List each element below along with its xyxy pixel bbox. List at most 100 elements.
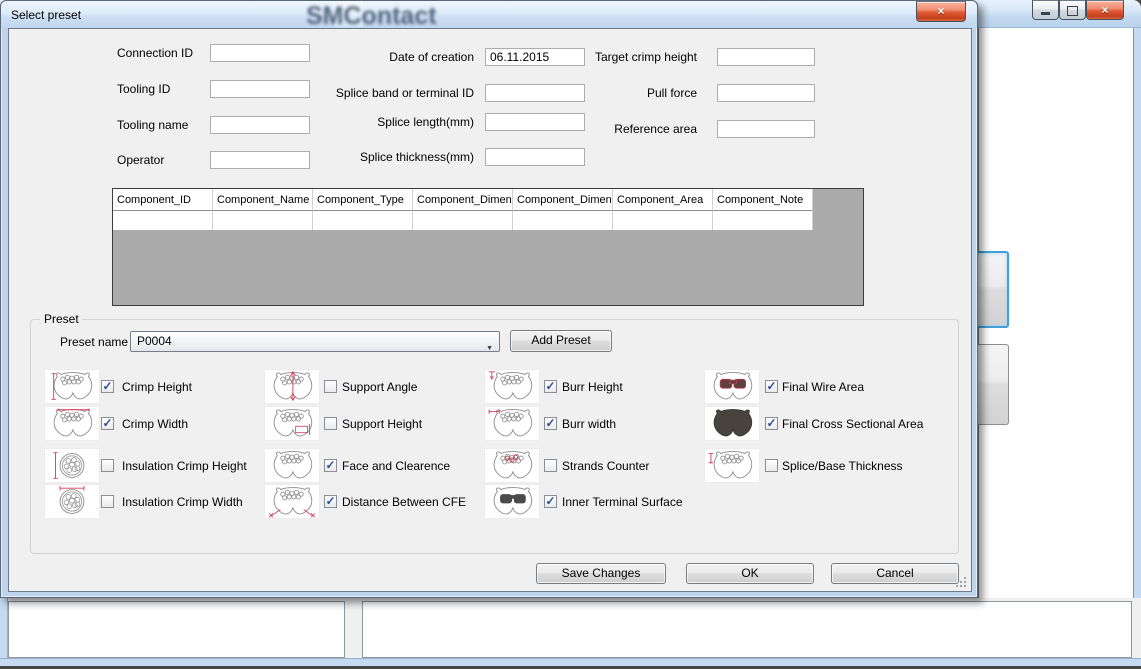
support-height-checkbox[interactable] (324, 417, 337, 430)
dialog-title: Select preset (11, 8, 81, 22)
table-cell[interactable] (113, 211, 213, 230)
reference-area-label: Reference area (437, 122, 697, 136)
splice-thickness-mm-label: Splice thickness(mm) (214, 150, 474, 164)
burr-width-checkbox-label: Burr width (562, 417, 616, 431)
insulation-crimp-width-icon (45, 485, 99, 518)
column-header-component-area[interactable]: Component_Area (613, 189, 713, 211)
chevron-down-icon: ▼ (486, 339, 493, 358)
final-wire-area-checkbox[interactable]: ✓ (765, 380, 778, 393)
save-changes-button[interactable]: Save Changes (536, 563, 666, 584)
preset-name-value: P0004 (137, 334, 172, 348)
face-and-clearence-checkbox-label: Face and Clearence (342, 459, 450, 473)
support-angle-checkbox[interactable] (324, 380, 337, 393)
table-cell[interactable] (413, 211, 513, 230)
face-and-clearence-checkbox[interactable]: ✓ (324, 459, 337, 472)
component-table: Component_IDComponent_NameComponent_Type… (112, 188, 864, 306)
column-header-component-dimen[interactable]: Component_Dimen: (513, 189, 613, 211)
table-row[interactable] (113, 211, 863, 230)
burr-width-checkbox[interactable]: ✓ (544, 417, 557, 430)
distance-between-cfe-icon (265, 485, 319, 518)
tooling-name-label: Tooling name (117, 118, 188, 132)
close-icon: × (1101, 3, 1108, 17)
select-preset-dialog: SMContact Select preset × Component_IDCo… (0, 0, 978, 598)
close-icon: × (937, 4, 944, 18)
splice-thickness-mm-input[interactable] (485, 148, 585, 166)
column-header-component-type[interactable]: Component_Type (313, 189, 413, 211)
insulation-crimp-width-checkbox[interactable] (101, 495, 114, 508)
burr-height-icon (485, 370, 539, 403)
crimp-height-checkbox-label: Crimp Height (122, 380, 192, 394)
maximize-icon (1067, 6, 1078, 16)
main-window-left-border (0, 598, 8, 666)
crimp-height-checkbox[interactable]: ✓ (101, 380, 114, 393)
cancel-button[interactable]: Cancel (831, 563, 959, 584)
tooling-id-label: Tooling ID (117, 82, 170, 96)
pull-force-label: Pull force (437, 86, 697, 100)
preset-name-label: Preset name (60, 335, 128, 349)
crimp-width-checkbox[interactable]: ✓ (101, 417, 114, 430)
pull-force-input[interactable] (717, 84, 815, 102)
reference-area-input[interactable] (717, 120, 815, 138)
support-height-icon (265, 407, 319, 440)
maximize-button[interactable] (1059, 0, 1086, 20)
crimp-height-icon (45, 370, 99, 403)
preset-name-select[interactable]: P0004 ▼ (130, 331, 500, 352)
insulation-crimp-width-checkbox-label: Insulation Crimp Width (122, 495, 243, 509)
splice-band-or-terminal-id-label: Splice band or terminal ID (214, 86, 474, 100)
date-of-creation-label: Date of creation (214, 50, 474, 64)
final-cross-sectional-area-checkbox[interactable]: ✓ (765, 417, 778, 430)
final-cross-sectional-area-checkbox-label: Final Cross Sectional Area (782, 417, 923, 431)
face-and-clearence-icon (265, 449, 319, 482)
ok-button[interactable]: OK (686, 563, 814, 584)
strands-counter-checkbox-label: Strands Counter (562, 459, 649, 473)
column-header-component-note[interactable]: Component_Note (713, 189, 813, 211)
column-header-component-name[interactable]: Component_Name (213, 189, 313, 211)
splice-length-mm-label: Splice length(mm) (214, 115, 474, 129)
screen: × SMContact Select preset × Component_ID… (0, 0, 1141, 669)
column-header-component-dimen[interactable]: Component_Dimen: (413, 189, 513, 211)
distance-between-cfe-checkbox[interactable]: ✓ (324, 495, 337, 508)
table-cell[interactable] (513, 211, 613, 230)
dialog-client-area: Component_IDComponent_NameComponent_Type… (8, 28, 972, 592)
support-angle-icon (265, 370, 319, 403)
burr-height-checkbox[interactable]: ✓ (544, 380, 557, 393)
splice-base-thickness-checkbox-label: Splice/Base Thickness (782, 459, 903, 473)
strands-counter-checkbox[interactable] (544, 459, 557, 472)
main-window-title: SMContact (306, 2, 437, 31)
main-window-right-border (1133, 28, 1141, 666)
main-window-side-button-2[interactable] (975, 344, 1009, 425)
connection-id-label: Connection ID (117, 46, 193, 60)
add-preset-button[interactable]: Add Preset (510, 330, 612, 352)
column-header-component-id[interactable]: Component_ID (113, 189, 213, 211)
target-crimp-height-label: Target crimp height (437, 50, 697, 64)
crimp-width-checkbox-label: Crimp Width (122, 417, 188, 431)
preset-group-label: Preset (40, 312, 83, 326)
insulation-crimp-height-checkbox-label: Insulation Crimp Height (122, 459, 247, 473)
minimize-icon (1041, 12, 1050, 15)
table-cell[interactable] (713, 211, 813, 230)
support-angle-checkbox-label: Support Angle (342, 380, 417, 394)
final-cross-sectional-area-icon (705, 407, 759, 440)
support-height-checkbox-label: Support Height (342, 417, 422, 431)
insulation-crimp-height-checkbox[interactable] (101, 459, 114, 472)
main-window-bottom-right-panel (362, 601, 1132, 658)
burr-width-icon (485, 407, 539, 440)
splice-base-thickness-icon (705, 449, 759, 482)
minimize-button[interactable] (1032, 0, 1059, 20)
final-wire-area-checkbox-label: Final Wire Area (782, 380, 864, 394)
main-window-bottom-left-panel (8, 601, 345, 658)
table-cell[interactable] (613, 211, 713, 230)
table-cell[interactable] (313, 211, 413, 230)
target-crimp-height-input[interactable] (717, 48, 815, 66)
inner-terminal-surface-checkbox[interactable]: ✓ (544, 495, 557, 508)
main-window-side-button-1[interactable] (975, 251, 1009, 328)
insulation-crimp-height-icon (45, 449, 99, 482)
dialog-titlebar[interactable] (1, 1, 977, 28)
inner-terminal-surface-icon (485, 485, 539, 518)
table-cell[interactable] (213, 211, 313, 230)
main-window-bottom-border (0, 658, 1141, 666)
crimp-width-icon (45, 407, 99, 440)
splice-base-thickness-checkbox[interactable] (765, 459, 778, 472)
main-window-close-button[interactable]: × (1086, 0, 1124, 20)
dialog-close-button[interactable]: × (916, 1, 966, 22)
